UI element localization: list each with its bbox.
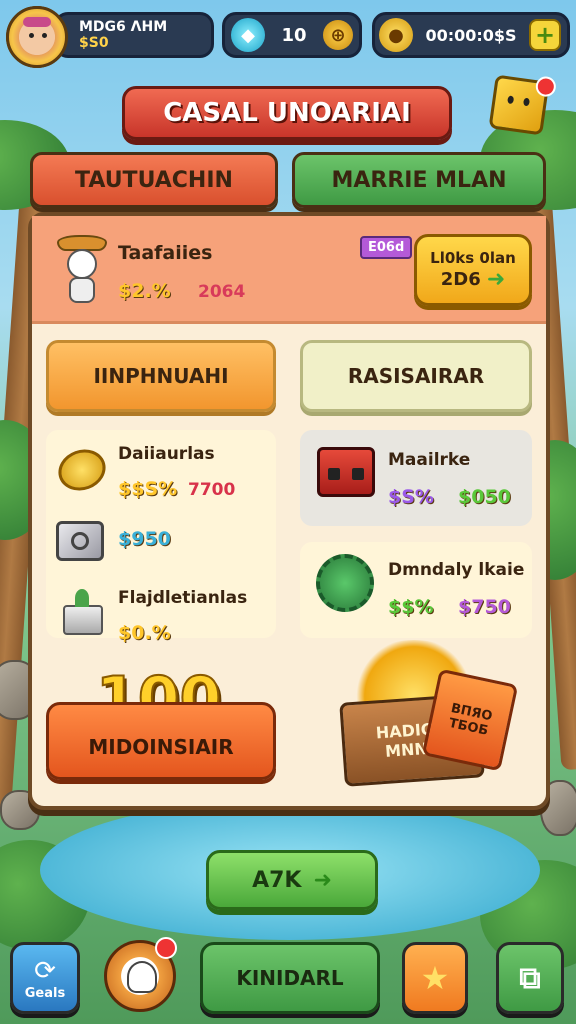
arrow-right-icon: ➜: [486, 266, 506, 292]
tab-marrie-mlan[interactable]: MARRIE MLAN: [292, 152, 546, 208]
timer-display: ● 00:00:0$S +: [372, 12, 570, 58]
gem-icon: ◆: [231, 18, 265, 52]
item-name: Daiiaurlas: [118, 444, 215, 464]
star-icon: ★: [420, 959, 450, 997]
player-info: MDG6 ΛНM $S0: [54, 12, 214, 58]
tab-label: TAUTUACHIN: [75, 167, 233, 193]
reward-button[interactable]: MIDOINSIAIR: [46, 702, 276, 780]
section-rasisairar[interactable]: RASISAIRAR: [300, 340, 532, 412]
add-button[interactable]: +: [529, 19, 561, 51]
cowboy-character-icon: [52, 232, 112, 308]
featured-badge: E06d: [360, 236, 413, 259]
section-label: IINPHNUAHI: [93, 364, 229, 388]
safe-icon[interactable]: [54, 518, 106, 564]
avatar-frame[interactable]: [6, 6, 68, 68]
player-money: $S0: [79, 35, 109, 51]
arrow-right-icon: ➜: [313, 867, 332, 893]
coin-icon[interactable]: ⊕: [323, 20, 353, 50]
cta-value: 2D6: [440, 268, 481, 290]
tab-label: MARRIE MLAN: [331, 167, 507, 193]
tab-tautuachin[interactable]: TAUTUACHIN: [30, 152, 278, 208]
timer-text: 00:00:0$S: [425, 25, 517, 45]
nav-kinidarl[interactable]: KINIDARL: [200, 942, 380, 1014]
reward-button-label: MIDOINSIAIR: [88, 735, 234, 759]
trophy-icon[interactable]: [52, 440, 112, 500]
main-action-button[interactable]: A7K ➜: [206, 850, 378, 910]
cta-label: Ll0ks 0lan: [430, 248, 516, 267]
player-name: MDG6 ΛНM: [79, 19, 168, 35]
puzzle-icon: ⧉: [519, 960, 541, 996]
cube-mascot-icon[interactable]: [488, 74, 558, 136]
ticket-label: ВПЯО ТБОБ: [447, 700, 494, 739]
featured-price: $2.%: [118, 280, 171, 302]
nav-puzzle[interactable]: ⧉: [496, 942, 564, 1014]
section-label: RASISAIRAR: [347, 364, 485, 388]
item-name: Dmndaly lkaie: [388, 560, 525, 580]
ghost-avatar-icon: [127, 961, 157, 993]
item-name: Maailrke: [388, 450, 471, 470]
nav-star[interactable]: ★: [402, 942, 468, 1014]
item-price: $$S%: [118, 478, 178, 500]
featured-sub-value: 2064: [198, 282, 246, 302]
featured-cta-button[interactable]: Ll0ks 0lan 2D6 ➜: [414, 234, 532, 306]
chest-icon: [314, 442, 378, 502]
item-price: $$%: [388, 596, 434, 618]
featured-name: Taafaiies: [118, 242, 213, 264]
title-banner: CASAL UNOARIAI: [122, 86, 452, 140]
gold-bag-icon: ●: [379, 18, 413, 52]
main-action-label: A7K: [252, 867, 302, 893]
nav-label: Geals: [24, 985, 66, 1001]
item-price: $S%: [388, 486, 434, 508]
refresh-icon: ⟳: [34, 955, 56, 986]
item-price: $0.%: [118, 622, 171, 644]
item-value: 7700: [188, 480, 236, 500]
nav-label: KINIDARL: [236, 966, 344, 990]
item-name: Flajdletianlas: [118, 588, 248, 608]
gear-monster-icon: [312, 550, 378, 616]
item-value: $750: [458, 596, 511, 618]
section-iinphnuahi[interactable]: IINPHNUAHI: [46, 340, 276, 412]
gem-counter: ◆ 10 ⊕: [222, 12, 362, 58]
gem-count: 10: [281, 24, 307, 46]
nav-character[interactable]: [104, 937, 177, 1012]
notification-dot: [155, 937, 177, 959]
plant-icon[interactable]: [54, 584, 110, 640]
nav-goals[interactable]: ⟳ Geals: [10, 942, 80, 1014]
item-value: $050: [458, 486, 511, 508]
item-price: $950: [118, 528, 171, 550]
